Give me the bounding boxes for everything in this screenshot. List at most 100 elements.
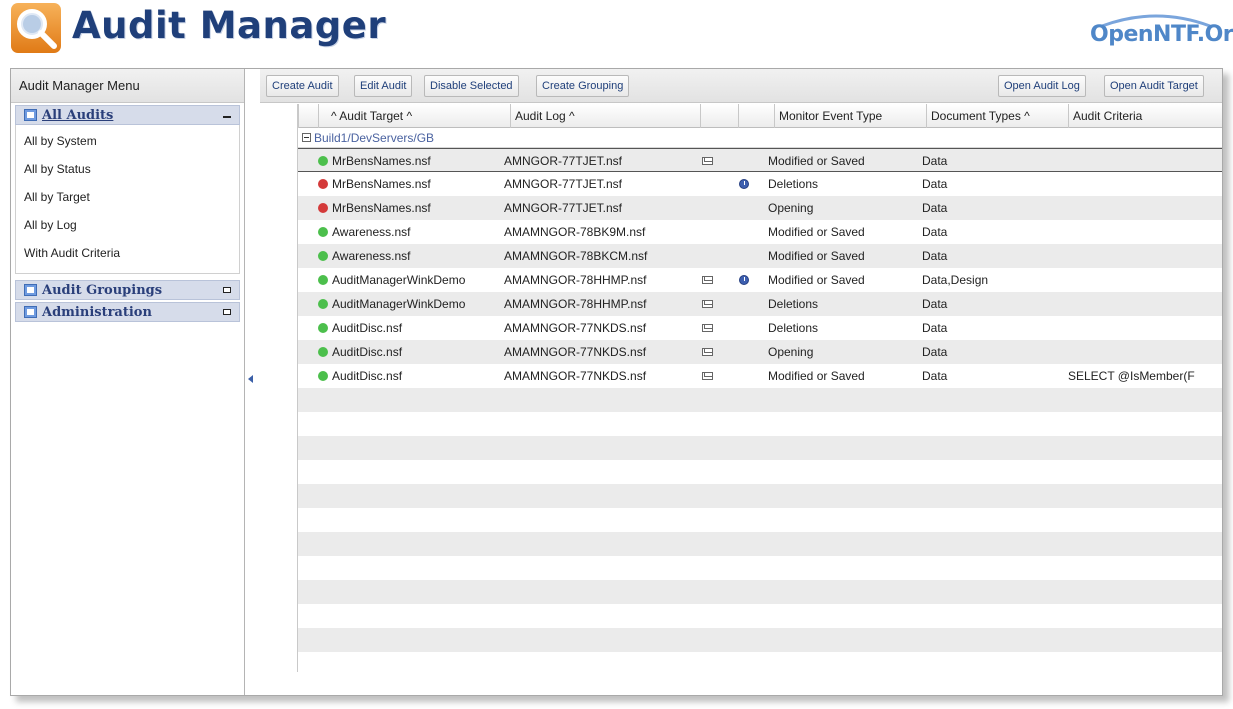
audit-criteria-cell — [1068, 292, 1222, 316]
audit-target-cell[interactable]: MrBensNames.nsf — [318, 172, 510, 196]
collapse-icon[interactable] — [223, 116, 231, 118]
document-types-cell: Data,Design — [922, 273, 989, 287]
column-header-audit-target[interactable]: ^ Audit Target ^ — [318, 104, 510, 128]
audit-target-cell[interactable]: Awareness.nsf — [318, 244, 510, 268]
column-header-schedule[interactable] — [738, 104, 774, 128]
empty-row[interactable] — [298, 508, 1222, 532]
audit-target-cell[interactable]: AuditDisc.nsf — [318, 340, 510, 364]
nav-item-all-by-status[interactable]: All by Status — [16, 155, 239, 183]
document-types-cell: Data — [922, 321, 948, 335]
nav-item-all-by-target[interactable]: All by Target — [16, 183, 239, 211]
nav-item-all-by-system[interactable]: All by System — [16, 127, 239, 155]
table-row[interactable]: AuditDisc.nsf AMAMNGOR-77NKDS.nsf Modified… — [298, 364, 1222, 388]
table-row[interactable]: AuditManagerWinkDemo AMAMNGOR-78HHMP.nsf M… — [298, 268, 1222, 292]
expand-icon[interactable] — [223, 309, 231, 315]
nav-item-with-audit-criteria[interactable]: With Audit Criteria — [16, 239, 239, 267]
table-row[interactable]: Awareness.nsf AMAMNGOR-78BKCM.nsf Modified… — [298, 244, 1222, 268]
clock-icon — [739, 275, 749, 285]
row-selection-gutter[interactable] — [260, 104, 298, 672]
expand-icon[interactable] — [223, 287, 231, 293]
audit-target-value: MrBensNames.nsf — [332, 154, 431, 168]
monitor-event-type-cell: Modified or Saved — [768, 249, 865, 263]
empty-row[interactable] — [298, 628, 1222, 652]
monitor-event-type-cell: Opening — [768, 345, 814, 359]
audit-log-cell: AMAMNGOR-78BK9M.nsf — [504, 225, 646, 239]
empty-row[interactable] — [298, 460, 1222, 484]
mail-icon — [702, 372, 713, 380]
sidebar: Audit Manager Menu All Audits All by Sys… — [11, 69, 245, 695]
audit-target-cell[interactable]: MrBensNames.nsf — [318, 149, 510, 173]
empty-row[interactable] — [298, 412, 1222, 436]
audit-target-cell[interactable]: AuditDisc.nsf — [318, 364, 510, 388]
status-icon — [318, 178, 328, 189]
column-header-audit-criteria[interactable]: Audit Criteria — [1068, 104, 1222, 128]
column-header-status[interactable] — [298, 104, 318, 128]
audit-log-cell: AMAMNGOR-78BKCM.nsf — [504, 249, 648, 263]
audit-target-cell[interactable]: Awareness.nsf — [318, 220, 510, 244]
audit-criteria-cell — [1068, 340, 1222, 364]
monitor-event-type-cell: Deletions — [768, 297, 819, 311]
document-types-cell: Data — [922, 369, 948, 383]
audit-criteria-cell: SELECT @IsMember(F — [1068, 369, 1195, 383]
document-types-cell: Data — [922, 345, 948, 359]
column-header-audit-log[interactable]: Audit Log ^ — [510, 104, 700, 128]
audit-target-cell[interactable]: MrBensNames.nsf — [318, 196, 510, 220]
status-icon — [318, 346, 328, 357]
accordion-all-audits[interactable]: All Audits — [15, 105, 240, 125]
audit-target-cell[interactable]: AuditDisc.nsf — [318, 316, 510, 340]
category-row[interactable]: Build1/DevServers/GB — [298, 128, 1222, 148]
table-row[interactable]: MrBensNames.nsf AMNGOR-77TJET.nsf Opening D… — [298, 196, 1222, 220]
column-header-monitor-event-type[interactable]: Monitor Event Type — [774, 104, 926, 128]
table-row[interactable]: MrBensNames.nsf AMNGOR-77TJET.nsf Modified… — [298, 148, 1222, 172]
open-audit-log-button[interactable]: Open Audit Log — [998, 75, 1086, 97]
audit-log-cell: AMNGOR-77TJET.nsf — [504, 177, 623, 191]
empty-row[interactable] — [298, 532, 1222, 556]
app-header: Audit Manager OpenNTF.Org — [0, 0, 1233, 66]
open-audit-target-button[interactable]: Open Audit Target — [1104, 75, 1204, 97]
mail-icon — [702, 300, 713, 308]
monitor-event-type-cell: Modified or Saved — [768, 225, 865, 239]
mail-icon — [702, 276, 713, 284]
mail-icon — [702, 348, 713, 356]
empty-row[interactable] — [298, 388, 1222, 412]
empty-row[interactable] — [298, 436, 1222, 460]
table-row[interactable]: AuditDisc.nsf AMAMNGOR-77NKDS.nsf Opening D… — [298, 340, 1222, 364]
column-header-document-types[interactable]: Document Types ^ — [926, 104, 1068, 128]
audit-target-value: Awareness.nsf — [332, 249, 411, 263]
disable-selected-button[interactable]: Disable Selected — [424, 75, 519, 97]
column-header-mail[interactable] — [700, 104, 738, 128]
view-icon — [24, 109, 37, 121]
monitor-event-type-cell: Modified or Saved — [768, 154, 865, 168]
table-row[interactable]: MrBensNames.nsf AMNGOR-77TJET.nsf Deletion… — [298, 172, 1222, 196]
create-audit-button[interactable]: Create Audit — [266, 75, 339, 97]
table-row[interactable]: AuditManagerWinkDemo AMAMNGOR-78HHMP.nsf D… — [298, 292, 1222, 316]
status-icon — [318, 370, 328, 381]
empty-row[interactable] — [298, 484, 1222, 508]
openntf-logo[interactable]: OpenNTF.Org — [1090, 10, 1233, 54]
collapse-category-icon[interactable] — [302, 133, 311, 143]
audit-target-value: AuditManagerWinkDemo — [332, 297, 466, 311]
empty-row[interactable] — [298, 556, 1222, 580]
audit-log-cell: AMAMNGOR-77NKDS.nsf — [504, 369, 647, 383]
audit-target-cell[interactable]: AuditManagerWinkDemo — [318, 268, 510, 292]
table-row[interactable]: AuditDisc.nsf AMAMNGOR-77NKDS.nsf Deletion… — [298, 316, 1222, 340]
edit-audit-button[interactable]: Edit Audit — [354, 75, 413, 97]
audit-target-cell[interactable]: AuditManagerWinkDemo — [318, 292, 510, 316]
table-row[interactable]: Awareness.nsf AMAMNGOR-78BK9M.nsf Modified… — [298, 220, 1222, 244]
empty-row[interactable] — [298, 604, 1222, 628]
accordion-administration[interactable]: Administration — [15, 302, 240, 322]
audit-target-value: MrBensNames.nsf — [332, 177, 431, 191]
audit-criteria-cell — [1068, 220, 1222, 244]
mail-icon — [702, 157, 713, 165]
audit-log-cell: AMAMNGOR-78HHMP.nsf — [504, 273, 647, 287]
audit-criteria-cell — [1068, 244, 1222, 268]
audit-grid: ^ Audit Target ^ Audit Log ^ Monitor Eve… — [260, 104, 1222, 672]
nav-item-all-by-log[interactable]: All by Log — [16, 211, 239, 239]
view-content: Create Audit Edit Audit Disable Selected… — [260, 69, 1222, 695]
accordion-label: Audit Groupings — [42, 283, 163, 298]
create-grouping-button[interactable]: Create Grouping — [536, 75, 630, 97]
accordion-label: All Audits — [42, 108, 114, 123]
accordion-audit-groupings[interactable]: Audit Groupings — [15, 280, 240, 300]
empty-row[interactable] — [298, 580, 1222, 604]
sidebar-collapse-handle[interactable] — [245, 369, 257, 389]
